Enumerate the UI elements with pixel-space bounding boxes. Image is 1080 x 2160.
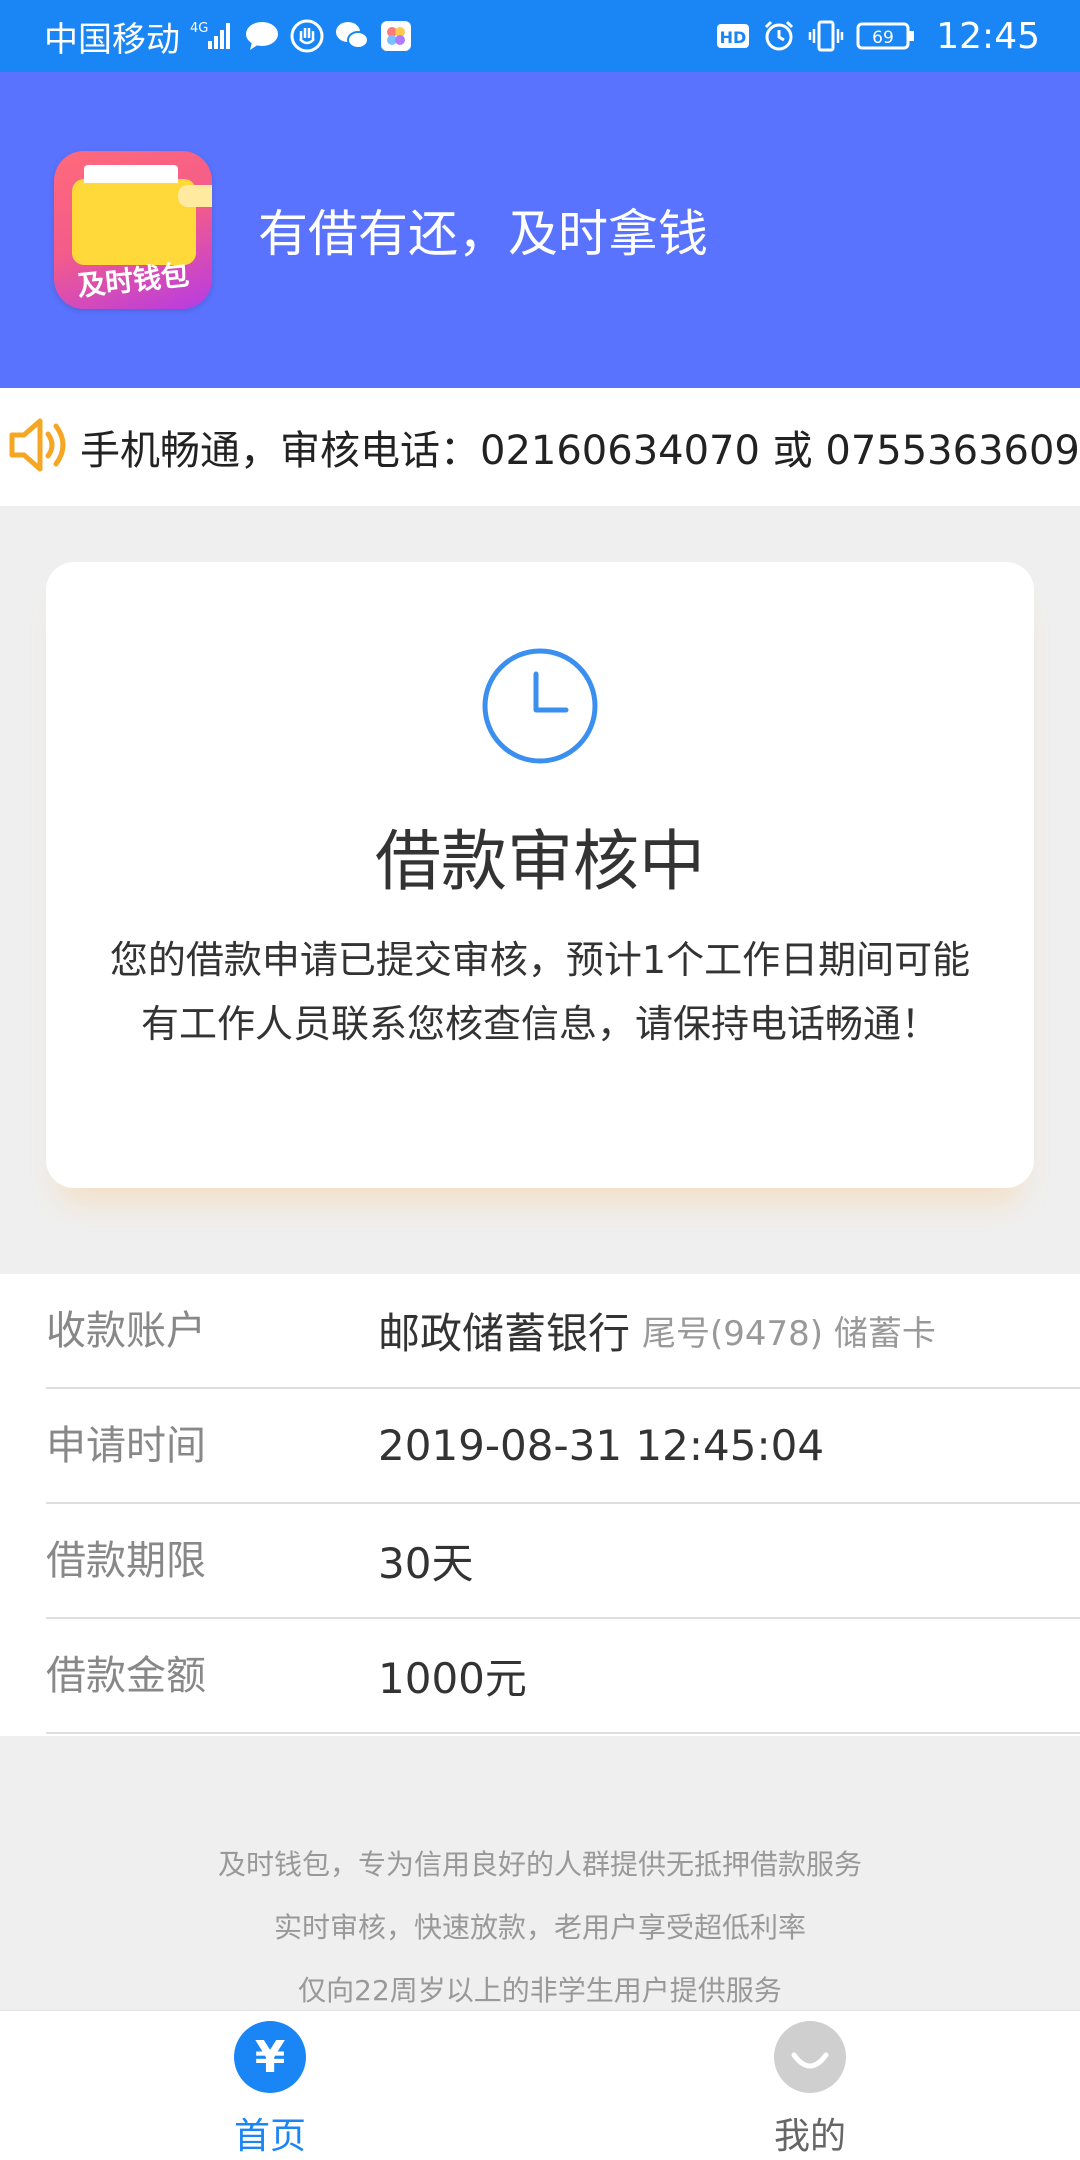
app-header: 及时钱包 有借有还，及时拿钱 <box>0 72 1080 388</box>
status-right: HD 69 12:45 <box>716 16 1040 57</box>
account-label: 收款账户 <box>46 1307 206 1354</box>
loan-amount-value: 1000元 <box>378 1654 527 1703</box>
hand-icon <box>290 19 324 53</box>
bottom-nav: ¥ 首页 我的 <box>0 2010 1080 2160</box>
footer-line: 实时审核，快速放款，老用户享受超低利率 <box>273 1911 806 1944</box>
profile-icon <box>774 2021 846 2093</box>
info-row-apply-time: 申请时间 2019-08-31 12:45:04 <box>46 1389 1080 1504</box>
clock-icon <box>480 646 600 770</box>
review-status-title: 借款审核中 <box>375 823 705 900</box>
nav-home-label: 首页 <box>233 2116 306 2157</box>
notice-text: 手机畅通，审核电话：02160634070 或 07553636090 <box>80 428 1080 474</box>
status-left: 中国移动 4G <box>44 12 716 61</box>
message-icon <box>244 20 280 52</box>
yuan-icon: ¥ <box>234 2021 306 2093</box>
clock-time: 12:45 <box>936 15 1040 57</box>
loan-term-label: 借款期限 <box>46 1537 206 1584</box>
hd-icon: HD <box>716 21 750 51</box>
wallet-clasp <box>178 185 212 207</box>
app-icon <box>380 20 412 52</box>
battery-icon: 69 <box>856 20 916 52</box>
loan-term-value: 30天 <box>378 1539 474 1588</box>
apply-time-value: 2019-08-31 12:45:04 <box>378 1421 825 1470</box>
review-status-description: 您的借款申请已提交审核，预计1个工作日期间可能有工作人员联系您核查信息，请保持电… <box>109 938 971 1046</box>
info-row-term: 借款期限 30天 <box>46 1504 1080 1619</box>
svg-text:HD: HD <box>720 28 747 47</box>
wechat-icon <box>334 20 370 52</box>
footer-text: 及时钱包，专为信用良好的人群提供无抵押借款服务 实时审核，快速放款，老用户享受超… <box>0 1840 1080 2029</box>
info-row-amount: 借款金额 1000元 <box>46 1619 1080 1734</box>
account-bank: 邮政储蓄银行 <box>378 1309 631 1358</box>
signal-icon: 4G <box>190 19 234 53</box>
nav-tab-home[interactable]: ¥ 首页 <box>0 2011 540 2160</box>
footer-line: 及时钱包，专为信用良好的人群提供无抵押借款服务 <box>217 1848 862 1881</box>
nav-mine-label: 我的 <box>773 2116 846 2157</box>
loan-info-list: 收款账户 邮政储蓄银行 尾号(9478) 储蓄卡 申请时间 2019-08-31… <box>0 1274 1080 1736</box>
nav-tab-mine[interactable]: 我的 <box>540 2011 1080 2160</box>
loan-amount-label: 借款金额 <box>46 1652 206 1699</box>
alarm-icon <box>762 19 796 53</box>
status-bar: 中国移动 4G HD 69 12:45 <box>0 0 1080 72</box>
battery-level: 69 <box>872 28 894 48</box>
notice-bar: 手机畅通，审核电话：02160634070 或 07553636090 <box>0 388 1080 506</box>
app-logo: 及时钱包 <box>54 151 212 309</box>
account-detail: 尾号(9478) 储蓄卡 <box>642 1314 936 1354</box>
review-status-card: 借款审核中 您的借款申请已提交审核，预计1个工作日期间可能有工作人员联系您核查信… <box>46 562 1034 1188</box>
apply-time-label: 申请时间 <box>46 1422 206 1469</box>
carrier-name: 中国移动 <box>44 19 180 60</box>
vibrate-icon <box>808 19 844 53</box>
speaker-icon <box>6 412 74 482</box>
header-title: 有借有还，及时拿钱 <box>258 205 708 263</box>
info-row-account: 收款账户 邮政储蓄银行 尾号(9478) 储蓄卡 <box>46 1274 1080 1389</box>
network-type: 4G <box>190 21 208 36</box>
